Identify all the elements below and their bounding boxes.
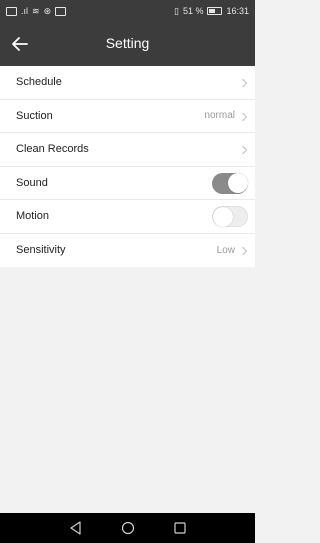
status-icons-left: .ıl ≋ ⊛ — [6, 5, 67, 16]
settings-row-sound: Sound — [0, 167, 255, 200]
chevron-right-icon — [242, 145, 248, 155]
settings-row-sensitivity[interactable]: Sensitivity Low — [0, 234, 255, 268]
sync-icon: ⊛ — [43, 5, 52, 16]
chevron-right-icon — [242, 78, 248, 88]
status-icons-right: ▯ 51 % 16:31 — [174, 6, 249, 16]
row-label: Suction — [16, 109, 53, 122]
settings-row-schedule[interactable]: Schedule — [0, 66, 255, 100]
recents-square-icon[interactable] — [172, 520, 188, 536]
battery-icon — [207, 7, 223, 15]
settings-list: Schedule Suction normal Clean Records So… — [0, 66, 255, 267]
row-value: Low — [216, 244, 235, 256]
notification-icon — [6, 6, 17, 16]
row-label: Sound — [16, 176, 48, 189]
chevron-right-icon — [242, 246, 248, 255]
signal-icon: .ıl — [21, 5, 29, 16]
settings-row-clean-records[interactable]: Clean Records — [0, 133, 255, 167]
clock: 16:31 — [226, 6, 249, 16]
row-value: normal — [204, 110, 235, 122]
row-label: Motion — [16, 210, 50, 223]
settings-row-motion: Motion — [0, 200, 255, 234]
settings-row-suction[interactable]: Suction normal — [0, 100, 255, 133]
toggle-knob — [213, 206, 233, 227]
nfc-icon — [55, 6, 67, 16]
battery-percent: 51 % — [182, 6, 204, 16]
row-label: Sensitivity — [16, 244, 66, 257]
wifi-icon: ≋ — [32, 5, 40, 16]
status-bar: .ıl ≋ ⊛ ▯ 51 % 16:31 — [0, 0, 255, 22]
toggle-knob — [228, 173, 248, 193]
row-label: Schedule — [16, 76, 62, 89]
chevron-right-icon — [242, 112, 248, 121]
page-title: Setting — [105, 35, 150, 51]
row-label: Clean Records — [16, 143, 89, 156]
back-triangle-icon[interactable] — [68, 520, 84, 536]
sound-toggle[interactable] — [212, 172, 248, 194]
vibrate-icon: ▯ — [174, 5, 179, 16]
app-bar: Setting — [0, 22, 255, 66]
system-nav-bar — [0, 513, 255, 543]
motion-toggle[interactable] — [212, 206, 248, 227]
home-circle-icon[interactable] — [120, 520, 136, 536]
